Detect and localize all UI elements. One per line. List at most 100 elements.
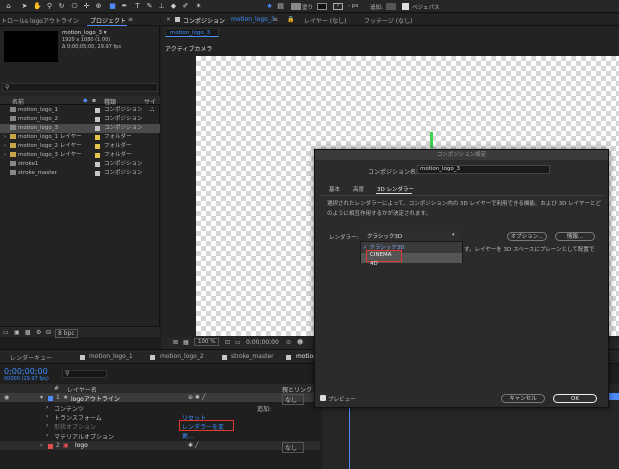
dropdown-option-cinema4d[interactable]: CINEMA 4D (366, 250, 402, 267)
selection-arrow-icon[interactable]: ➤ (20, 2, 29, 11)
label-chip[interactable] (95, 162, 100, 167)
comp-subtab[interactable]: motion_logo_3 (165, 28, 219, 37)
guide-icon[interactable]: ⊡ (225, 339, 230, 346)
label-chip[interactable] (48, 444, 53, 449)
project-item[interactable]: motion_logo_3 コンポジション (0, 124, 160, 133)
project-item[interactable]: › motion_logo_2 レイヤー フォルダー (0, 142, 160, 151)
label-chip[interactable] (95, 108, 100, 113)
twirl-icon[interactable]: › (40, 442, 42, 449)
flowchart-icon[interactable]: ⛬ (150, 106, 154, 114)
mask-icon[interactable]: ▭ (235, 339, 241, 346)
camera-icon[interactable]: ⎔ (70, 2, 79, 11)
pen-icon[interactable]: ✒ (120, 2, 129, 11)
zoom-icon[interactable]: ⚲ (45, 2, 54, 11)
show-snapshot-icon[interactable]: ☻ (297, 339, 303, 346)
add-button[interactable]: 追加: (257, 404, 271, 413)
tab-3d-renderer[interactable]: 3D レンダラー (377, 185, 414, 193)
move-icon[interactable]: ✛ (82, 2, 91, 11)
parent-dropdown[interactable]: なし (282, 442, 305, 453)
bpc-button[interactable]: 8 bpc (55, 329, 78, 338)
tab-basic[interactable]: 基本 (329, 185, 340, 193)
project-item[interactable]: stroke1 コンポジション (0, 160, 160, 169)
delete-icon[interactable]: ⊟ (46, 329, 51, 336)
options-button[interactable]: オプション... (507, 232, 547, 241)
eraser-icon[interactable]: ◆ (169, 2, 178, 11)
lock-icon[interactable]: 🔒 (287, 16, 294, 23)
preview-checkbox[interactable] (320, 395, 326, 401)
switches-icon[interactable]: ✱ ╱ (188, 442, 199, 449)
twirl-icon[interactable]: › (46, 413, 48, 420)
col-name[interactable]: 名前 (12, 97, 24, 106)
label-chip[interactable] (95, 144, 100, 149)
snapshot-icon[interactable]: ⊠ (173, 339, 178, 346)
timeline-timecode[interactable]: 0;00;00;00 (4, 367, 48, 376)
label-chip[interactable] (95, 117, 100, 122)
label-icon[interactable]: ▪ (92, 97, 96, 104)
label-chip[interactable] (95, 126, 100, 131)
settings-icon[interactable]: ⚙ (36, 329, 41, 336)
y-axis-gizmo[interactable] (430, 132, 433, 148)
type-icon[interactable]: T (133, 2, 142, 11)
brush-icon[interactable]: ✎ (145, 2, 154, 11)
ok-button[interactable]: OK (553, 394, 597, 403)
home-icon[interactable]: ⌂ (4, 2, 13, 11)
label-chip[interactable] (95, 171, 100, 176)
col-size[interactable]: サイ (144, 97, 156, 106)
layer-shape-icon[interactable]: ▤ (276, 2, 285, 11)
contents-group[interactable]: コンテンツ (54, 404, 84, 413)
transform-group[interactable]: トランスフォーム (54, 413, 102, 422)
material-options[interactable]: マテリアルオプション (54, 432, 114, 441)
tab-advanced[interactable]: 高度 (353, 185, 364, 193)
cancel-button[interactable]: キャンセル (501, 394, 545, 403)
twirl-icon[interactable]: › (4, 142, 6, 151)
twirl-icon[interactable]: › (46, 422, 48, 429)
puppet-icon[interactable]: ✶ (194, 2, 203, 11)
roto-brush-icon[interactable]: ✐ (181, 2, 190, 11)
menu-icon[interactable]: ≡ (273, 16, 278, 23)
project-item[interactable]: motion_logo_2 コンポジション (0, 115, 160, 124)
project-item[interactable]: › motion_logo_1 レイヤー フォルダー (0, 133, 160, 142)
renderer-change-link[interactable]: レンダラーを変更... (179, 420, 234, 440)
label-chip[interactable] (48, 396, 53, 401)
twirl-open-icon[interactable]: ▾ (40, 394, 43, 401)
renderer-dropdown[interactable]: クラシック3D ▾ (365, 231, 461, 241)
col-type[interactable]: 種類 (104, 97, 116, 106)
tab-layer[interactable]: レイヤー (なし) (304, 16, 346, 25)
project-item[interactable]: stroke_master コンポジション (0, 169, 160, 178)
new-folder-icon[interactable]: ▣ (14, 329, 20, 336)
layer-name[interactable]: logoアウトライン (71, 394, 120, 403)
rotate-icon[interactable]: ↻ (57, 2, 66, 11)
bezier-checkbox[interactable] (402, 3, 409, 10)
layer-row-2[interactable]: › 2 ▣ logo ✱ ╱ なし (0, 441, 320, 453)
timecode-display[interactable]: 0;00;00;00 (246, 339, 279, 346)
work-area-bar[interactable] (608, 393, 619, 400)
label-chip[interactable] (95, 153, 100, 158)
twirl-icon[interactable]: › (4, 133, 6, 142)
switches-icon[interactable]: ⊕ ✱ ╱ (188, 394, 205, 401)
project-item[interactable]: motion_logo_1 コンポジション (0, 106, 160, 115)
layer-name[interactable]: logo (75, 442, 88, 449)
tab-effect-controls[interactable]: トロールs logoアウトライン (1, 16, 79, 25)
add-dropdown[interactable] (386, 3, 396, 10)
tab-footage[interactable]: フッテージ (なし) (364, 16, 412, 25)
rectangle-icon[interactable]: ■ (108, 2, 117, 11)
tab-motion-logo-1[interactable]: motion_logo_1 (89, 353, 133, 360)
twirl-icon[interactable]: › (4, 151, 6, 160)
timeline-search-input[interactable]: ⚲ (62, 370, 107, 378)
interpret-footage-icon[interactable]: ▭ (3, 329, 9, 336)
label-chip[interactable] (95, 135, 100, 140)
geometry-options[interactable]: 形状オプション (54, 422, 96, 431)
tag-icon[interactable]: ◆ (83, 97, 88, 104)
project-search-input[interactable]: ⚲ (2, 83, 158, 92)
project-item[interactable]: › motion_logo_3 レイヤー フォルダー (0, 151, 160, 160)
stroke-width-icon[interactable]: ? (333, 3, 343, 10)
tab-render-queue[interactable]: レンダーキュー (10, 353, 52, 362)
layer-row-1[interactable]: ◉ ▾ 1 ★ logoアウトライン ⊕ ✱ ╱ なし (0, 393, 320, 405)
comp-name-input[interactable]: motion_logo_3 (417, 165, 550, 174)
pan-behind-icon[interactable]: ⊕ (94, 2, 103, 11)
grid-icon[interactable]: ▦ (183, 339, 189, 346)
star-icon[interactable]: ★ (265, 2, 274, 11)
twirl-icon[interactable]: › (46, 432, 48, 439)
fill-swatch[interactable] (291, 3, 301, 10)
stroke-swatch[interactable] (317, 3, 327, 10)
